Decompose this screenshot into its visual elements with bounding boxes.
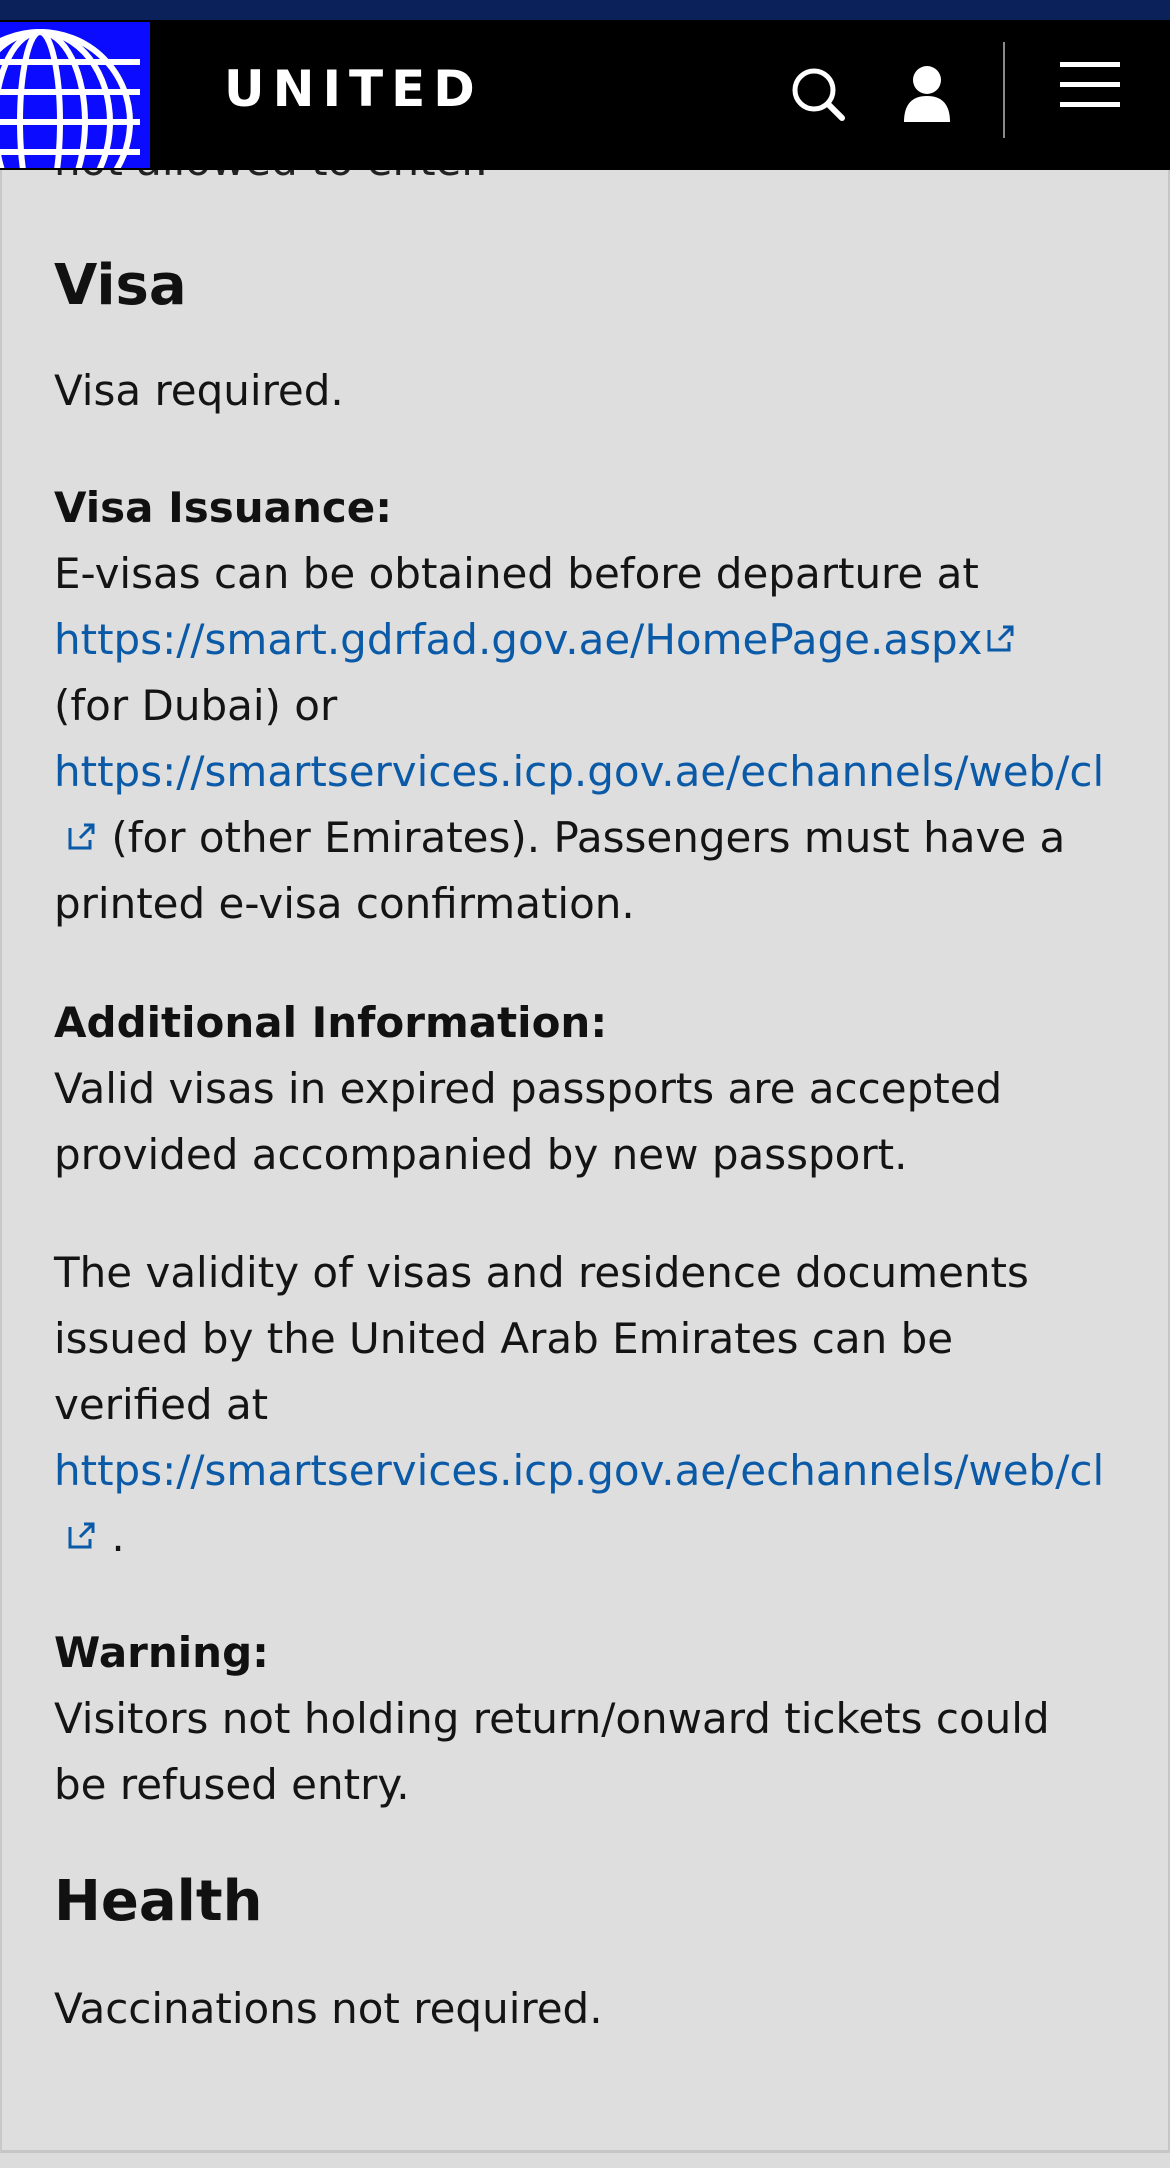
additional-info-label: Additional Information: — [54, 998, 608, 1047]
other-emirates-external-link[interactable] — [54, 813, 98, 862]
visa-issuance-label: Visa Issuance: — [54, 483, 393, 532]
warning-text-1: Visitors not holding return/onward ticke… — [54, 1694, 1050, 1743]
warning-block: Warning: Visitors not holding return/onw… — [54, 1620, 1168, 1818]
additional-info-text-2: provided accompanied by new passport. — [54, 1130, 908, 1179]
top-navigation-bar: UNITED — [0, 20, 1170, 170]
external-link-icon — [68, 1522, 95, 1549]
visa-heading: Visa — [54, 253, 187, 318]
visa-summary: Visa required. — [54, 366, 344, 415]
other-emirates-evisa-link-text: https://smartservices.icp.gov.ae/echanne… — [54, 747, 1105, 796]
validity-text-1: The validity of visas and residence docu… — [54, 1248, 1029, 1297]
globe-logo-icon[interactable] — [0, 22, 150, 168]
visa-issuance-block: Visa Issuance: E-visas can be obtained b… — [54, 475, 1168, 937]
dubai-evisa-link[interactable]: https://smart.gdrfad.gov.ae/HomePage.asp… — [54, 615, 1017, 664]
visa-validity-external-link[interactable] — [54, 1512, 98, 1561]
dubai-evisa-link-text: https://smart.gdrfad.gov.ae/HomePage.asp… — [54, 615, 983, 664]
visa-validity-link-text: https://smartservices.icp.gov.ae/echanne… — [54, 1446, 1105, 1495]
visa-issuance-text-1: E-visas can be obtained before departure… — [54, 549, 979, 598]
additional-info-text-1: Valid visas in expired passports are acc… — [54, 1064, 1003, 1113]
user-icon[interactable] — [892, 60, 962, 130]
warning-text-2: be refused entry. — [54, 1760, 410, 1809]
visa-issuance-text-2: (for Dubai) or — [54, 681, 338, 730]
external-link-icon — [68, 823, 95, 850]
validity-end: . — [98, 1512, 125, 1561]
health-heading: Health — [54, 1869, 263, 1934]
validity-block: The validity of visas and residence docu… — [54, 1240, 1168, 1570]
hamburger-menu-icon[interactable] — [1056, 56, 1126, 126]
status-strip — [0, 0, 1170, 20]
cut-off-text: not allowed to enter. — [54, 170, 488, 185]
validity-text-3: verified at — [54, 1380, 269, 1429]
visa-validity-link[interactable]: https://smartservices.icp.gov.ae/echanne… — [54, 1446, 1104, 1495]
travel-requirements-panel: not allowed to enter. Visa Visa required… — [0, 170, 1170, 2153]
visa-issuance-text-3: (for other Emirates). Passengers must ha… — [98, 813, 1066, 862]
health-summary: Vaccinations not required. — [54, 1984, 603, 2033]
visa-issuance-text-4: printed e-visa confirmation. — [54, 879, 635, 928]
additional-info-block: Additional Information: Valid visas in e… — [54, 990, 1168, 1188]
brand-wordmark[interactable]: UNITED — [224, 64, 483, 114]
external-link-icon — [987, 625, 1014, 652]
validity-text-2: issued by the United Arab Emirates can b… — [54, 1314, 954, 1363]
header-divider — [1003, 42, 1005, 138]
search-icon[interactable] — [784, 60, 854, 130]
other-emirates-evisa-link[interactable]: https://smartservices.icp.gov.ae/echanne… — [54, 747, 1104, 796]
warning-label: Warning: — [54, 1628, 269, 1677]
